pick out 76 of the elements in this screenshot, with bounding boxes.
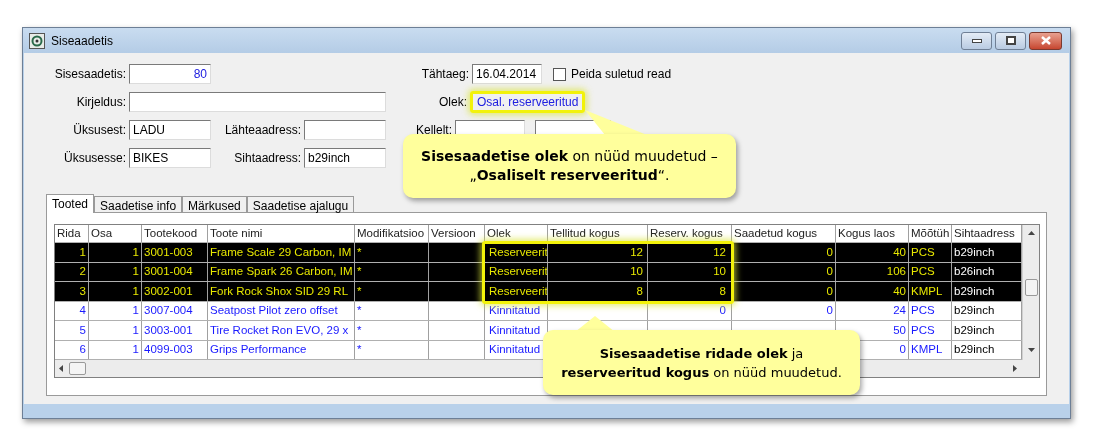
table-cell-text: * xyxy=(357,244,362,260)
table-cell-text: 1 xyxy=(132,283,139,299)
table-cell-text: 1 xyxy=(132,303,139,319)
table-cell-text: KMPL xyxy=(911,283,943,299)
table-cell-text: 50 xyxy=(893,322,906,338)
table-cell-text: * xyxy=(357,342,362,358)
field-label: Olek: xyxy=(438,94,468,111)
table-cell-text: Frame Spark 26 Carbon, IM xyxy=(210,264,353,280)
field-label: Üksusest: xyxy=(72,122,127,139)
table-cell-text: 5 xyxy=(79,322,86,338)
table-cell-text: 24 xyxy=(893,303,906,319)
table-cell-text: PCS xyxy=(911,264,935,280)
table-cell-text: 0 xyxy=(826,264,833,280)
table-cell-text: 6 xyxy=(79,342,86,358)
table-cell-text: * xyxy=(357,303,362,319)
field-label: Üksusesse: xyxy=(62,150,127,167)
table-cell-text: 10 xyxy=(713,264,726,280)
table-cell-text: 0 xyxy=(899,342,906,358)
checkbox-label: Peida suletud read xyxy=(571,66,672,83)
table-cell-text: Grips Performance xyxy=(210,342,307,358)
table-cell-text: Kinnitatud xyxy=(489,342,541,358)
table-cell-text: Kinnitatud xyxy=(489,322,541,338)
table-cell-text: b29inch xyxy=(954,244,995,260)
table-cell-text: Seatpost Pilot zero offset xyxy=(210,303,338,319)
table-cell-text: b29inch xyxy=(954,322,995,338)
table-cell-text: 4099-003 xyxy=(144,342,193,358)
field-label: Tähtaeg: xyxy=(420,66,470,83)
field-label: Kirjeldus: xyxy=(75,94,127,111)
table-cell-text: Kinnitatud xyxy=(489,303,541,319)
table-cell-text: PCS xyxy=(911,322,935,338)
table-cell-text: 0 xyxy=(826,303,833,319)
table-cell-text: Reserveerit xyxy=(489,264,547,280)
table-cell-text: 3007-004 xyxy=(144,303,193,319)
table-cell-text: 0 xyxy=(826,244,833,260)
table-cell-text: 3001-003 xyxy=(144,244,193,260)
table-cell-text: 1 xyxy=(79,244,86,260)
table-cell-text: PCS xyxy=(911,244,935,260)
table-cell-text: 8 xyxy=(636,283,643,299)
table-cell-text: PCS xyxy=(911,303,935,319)
window-title: Siseaadetis xyxy=(51,32,114,50)
table-cell-text: 1 xyxy=(132,244,139,260)
table-cell-text: 8 xyxy=(719,283,726,299)
table-cell-text: * xyxy=(357,264,362,280)
table-cell-text: * xyxy=(357,322,362,338)
table-cell-text: 1 xyxy=(132,322,139,338)
table-cell-text: 3002-001 xyxy=(144,283,193,299)
table-cell-text: 3 xyxy=(79,283,86,299)
status-value: Osal. reserveeritud xyxy=(470,91,586,113)
table-cell-text: 2 xyxy=(79,264,86,280)
table-cell-text: 40 xyxy=(893,283,906,299)
table-cell-text: 4 xyxy=(79,303,86,319)
table-cell-text: 12 xyxy=(630,244,643,260)
table-cell-text: 1 xyxy=(132,264,139,280)
table-cell-text: Reserveerit xyxy=(489,244,547,260)
table-cell-text: Fork Rock Shox SID 29 RL xyxy=(210,283,349,299)
table-cell-text: b29inch xyxy=(954,303,995,319)
field-label: Lähteaadress: xyxy=(223,122,302,139)
table-cell-text: Frame Scale 29 Carbon, IM xyxy=(210,244,352,260)
table-cell-text: KMPL xyxy=(911,342,943,358)
field-label: Sihtaadress: xyxy=(233,150,302,167)
table-cell-text: 0 xyxy=(719,303,726,319)
table-cell-text: 40 xyxy=(893,244,906,260)
table-cell-text: 10 xyxy=(630,264,643,280)
field-label: Sisesaadetis: xyxy=(53,66,127,83)
table-cell-text: 0 xyxy=(826,283,833,299)
table-cell-text: Tire Rocket Ron EVO, 29 x xyxy=(210,322,349,338)
table-cell-text: b26inch xyxy=(954,264,995,280)
table-cell-text: b29inch xyxy=(954,342,995,358)
table-cell-text: b29inch xyxy=(954,283,995,299)
table-cell-text: Reserveerit xyxy=(489,283,547,299)
table-cell-text: 3003-001 xyxy=(144,322,193,338)
table-cell-text: * xyxy=(357,283,362,299)
table-cell-text: 12 xyxy=(713,244,726,260)
table-cell-text: 1 xyxy=(132,342,139,358)
table-cell-text: 3001-004 xyxy=(144,264,193,280)
table-cell-text: 106 xyxy=(886,264,906,280)
